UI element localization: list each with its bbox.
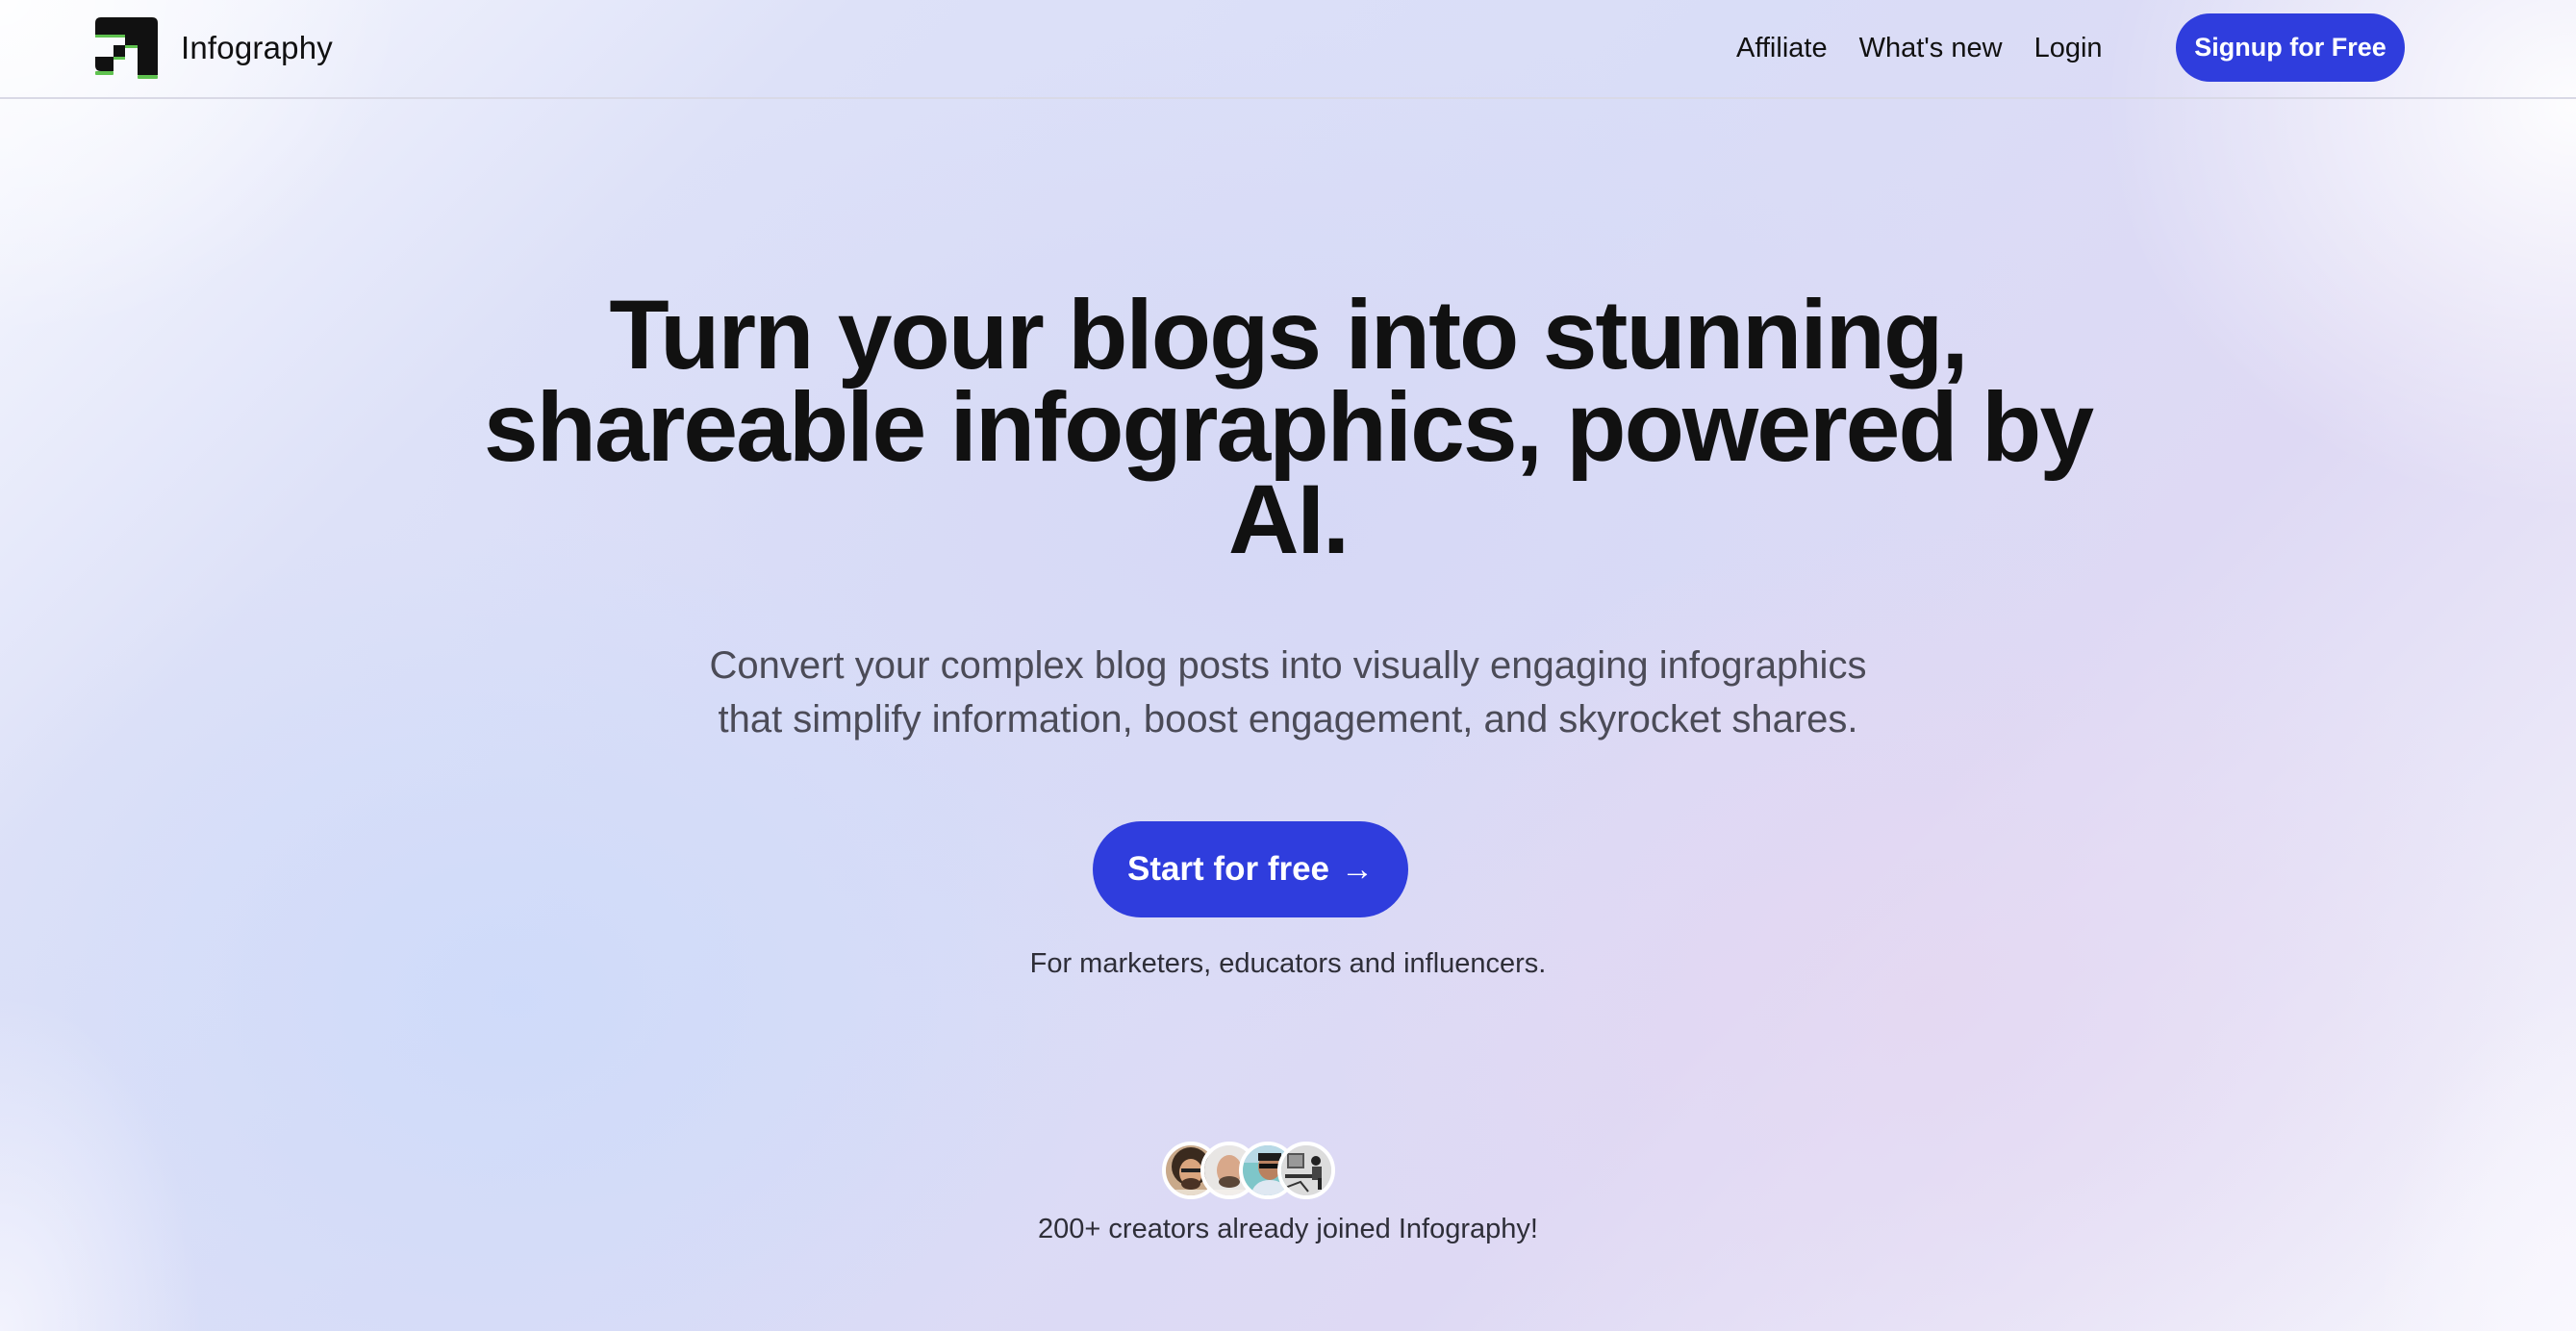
creator-avatar-4 <box>1277 1142 1335 1199</box>
nav-login[interactable]: Login <box>2034 33 2103 64</box>
main-nav: Affiliate What's new Login <box>1736 0 2103 96</box>
nav-whats-new[interactable]: What's new <box>1859 33 2003 64</box>
hero-title-line: AI. <box>1227 465 1350 574</box>
start-for-free-button[interactable]: Start for free → <box>1093 821 1408 917</box>
hero-subtitle-line: that simplify information, boost engagem… <box>718 698 1858 741</box>
hero-title-line: Turn your blogs into stunning, <box>609 280 1968 389</box>
nav-affiliate[interactable]: Affiliate <box>1736 33 1828 64</box>
hero-subtitle: Convert your complex blog posts into vis… <box>518 639 2058 746</box>
stepped-arrow-logo-icon <box>95 17 158 79</box>
social-proof-text: 200+ creators already joined Infography! <box>1038 1214 1538 1244</box>
hero-title: Turn your blogs into stunning, shareable… <box>374 280 2202 574</box>
creator-avatars <box>1162 1142 1354 1199</box>
hero-title-line: shareable infographics, powered by <box>483 372 2094 482</box>
brand-name: Infography <box>181 30 333 65</box>
audience-text: For marketers, educators and influencers… <box>1029 948 1547 979</box>
cta-label: Start for free <box>1126 850 1330 888</box>
arrow-right-icon: → <box>1341 851 1375 888</box>
site-header: Infography Affiliate What's new Login Si… <box>0 0 2576 99</box>
hero-subtitle-line: Convert your complex blog posts into vis… <box>709 644 1867 687</box>
signup-button[interactable]: Signup for Free <box>2176 13 2405 82</box>
brand-home-link[interactable]: Infography <box>95 17 333 79</box>
